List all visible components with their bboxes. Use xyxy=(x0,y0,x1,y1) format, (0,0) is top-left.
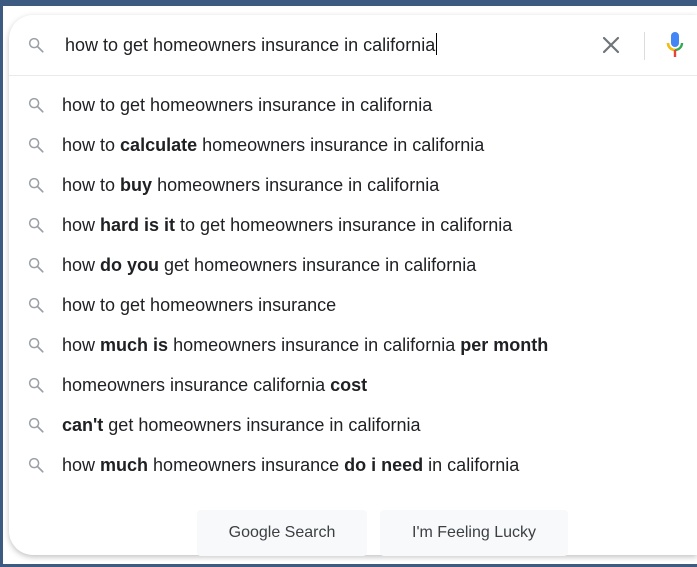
feeling-lucky-button[interactable]: I'm Feeling Lucky xyxy=(380,510,568,556)
suggestion-bold-part: hard is it xyxy=(100,215,176,235)
suggestion-part: to get homeowners insurance in californi… xyxy=(175,215,513,235)
suggestion-text: how do you get homeowners insurance in c… xyxy=(62,254,476,276)
suggestion-text: how much is homeowners insurance in cali… xyxy=(62,334,548,356)
suggestion-item[interactable]: how hard is it to get homeowners insuran… xyxy=(9,205,697,245)
suggestion-part: how xyxy=(62,335,101,355)
search-icon xyxy=(28,37,44,53)
search-dropdown: how to get homeowners insurance in calif… xyxy=(9,15,697,558)
suggestion-item[interactable]: how much is homeowners insurance in cali… xyxy=(9,325,697,365)
suggestion-text: how hard is it to get homeowners insuran… xyxy=(62,214,512,236)
window-frame: how to get homeowners insurance in calif… xyxy=(0,0,697,567)
search-icon xyxy=(28,137,44,153)
suggestion-part: how to xyxy=(62,135,121,155)
text-caret xyxy=(436,33,438,55)
suggestion-part: homeowners insurance xyxy=(148,455,345,475)
suggestion-part: how xyxy=(62,455,101,475)
search-icon xyxy=(28,177,44,193)
close-icon[interactable] xyxy=(599,33,623,57)
search-icon xyxy=(28,217,44,233)
suggestion-part: homeowners insurance california xyxy=(62,375,331,395)
suggestion-part: how xyxy=(62,255,101,275)
suggestion-bold-part: do i need xyxy=(344,455,424,475)
suggestion-item[interactable]: how to calculate homeowners insurance in… xyxy=(9,125,697,165)
suggestion-part: how to get homeowners insurance xyxy=(62,295,337,315)
suggestion-part: how xyxy=(62,215,101,235)
suggestion-item[interactable]: can't get homeowners insurance in califo… xyxy=(9,405,697,445)
suggestion-text: how much homeowners insurance do i need … xyxy=(62,454,519,476)
suggestion-item[interactable]: how to buy homeowners insurance in calif… xyxy=(9,165,697,205)
suggestion-text: can't get homeowners insurance in califo… xyxy=(62,414,420,436)
suggestion-bold-part: per month xyxy=(460,335,549,355)
search-icon xyxy=(28,257,44,273)
suggestion-item[interactable]: how to get homeowners insurance xyxy=(9,285,697,325)
suggestion-text: how to buy homeowners insurance in calif… xyxy=(62,174,439,196)
suggestion-item[interactable]: homeowners insurance california cost xyxy=(9,365,697,405)
search-bar: how to get homeowners insurance in calif… xyxy=(9,15,697,76)
suggestion-item[interactable]: how do you get homeowners insurance in c… xyxy=(9,245,697,285)
search-icon xyxy=(28,97,44,113)
suggestion-list: how to get homeowners insurance in calif… xyxy=(9,85,697,485)
suggestion-part: how to xyxy=(62,175,121,195)
suggestion-bold-part: cost xyxy=(330,375,368,395)
suggestion-part: homeowners insurance in california xyxy=(152,175,440,195)
suggestion-text: how to calculate homeowners insurance in… xyxy=(62,134,484,156)
search-icon xyxy=(28,457,44,473)
search-icon xyxy=(28,377,44,393)
suggestion-part: homeowners insurance in california xyxy=(168,335,461,355)
suggestion-text: how to get homeowners insurance xyxy=(62,294,336,316)
search-input[interactable]: how to get homeowners insurance in calif… xyxy=(65,33,438,57)
suggestion-part: get homeowners insurance in california xyxy=(159,255,477,275)
suggestion-bold-part: calculate xyxy=(120,135,198,155)
microphone-icon[interactable] xyxy=(665,30,685,60)
search-icon xyxy=(28,417,44,433)
search-input-value: how to get homeowners insurance in calif… xyxy=(65,35,436,55)
suggestion-part: get homeowners insurance in california xyxy=(103,415,421,435)
search-icon xyxy=(28,337,44,353)
suggestion-bold-part: much is xyxy=(100,335,169,355)
suggestion-bold-part: do you xyxy=(100,255,160,275)
suggestion-bold-part: much xyxy=(100,455,149,475)
suggestion-bold-part: can't xyxy=(62,415,104,435)
suggestion-text: homeowners insurance california cost xyxy=(62,374,367,396)
search-icon xyxy=(28,297,44,313)
suggestion-item[interactable]: how to get homeowners insurance in calif… xyxy=(9,85,697,125)
search-buttons: Google Search I'm Feeling Lucky xyxy=(9,510,697,558)
divider xyxy=(644,32,645,60)
suggestion-text: how to get homeowners insurance in calif… xyxy=(62,94,432,116)
suggestion-part: homeowners insurance in california xyxy=(197,135,485,155)
suggestion-item[interactable]: how much homeowners insurance do i need … xyxy=(9,445,697,485)
suggestion-part: how to get homeowners insurance in calif… xyxy=(62,95,433,115)
suggestion-part: in california xyxy=(423,455,520,475)
suggestion-bold-part: buy xyxy=(120,175,153,195)
google-search-button[interactable]: Google Search xyxy=(197,510,367,556)
